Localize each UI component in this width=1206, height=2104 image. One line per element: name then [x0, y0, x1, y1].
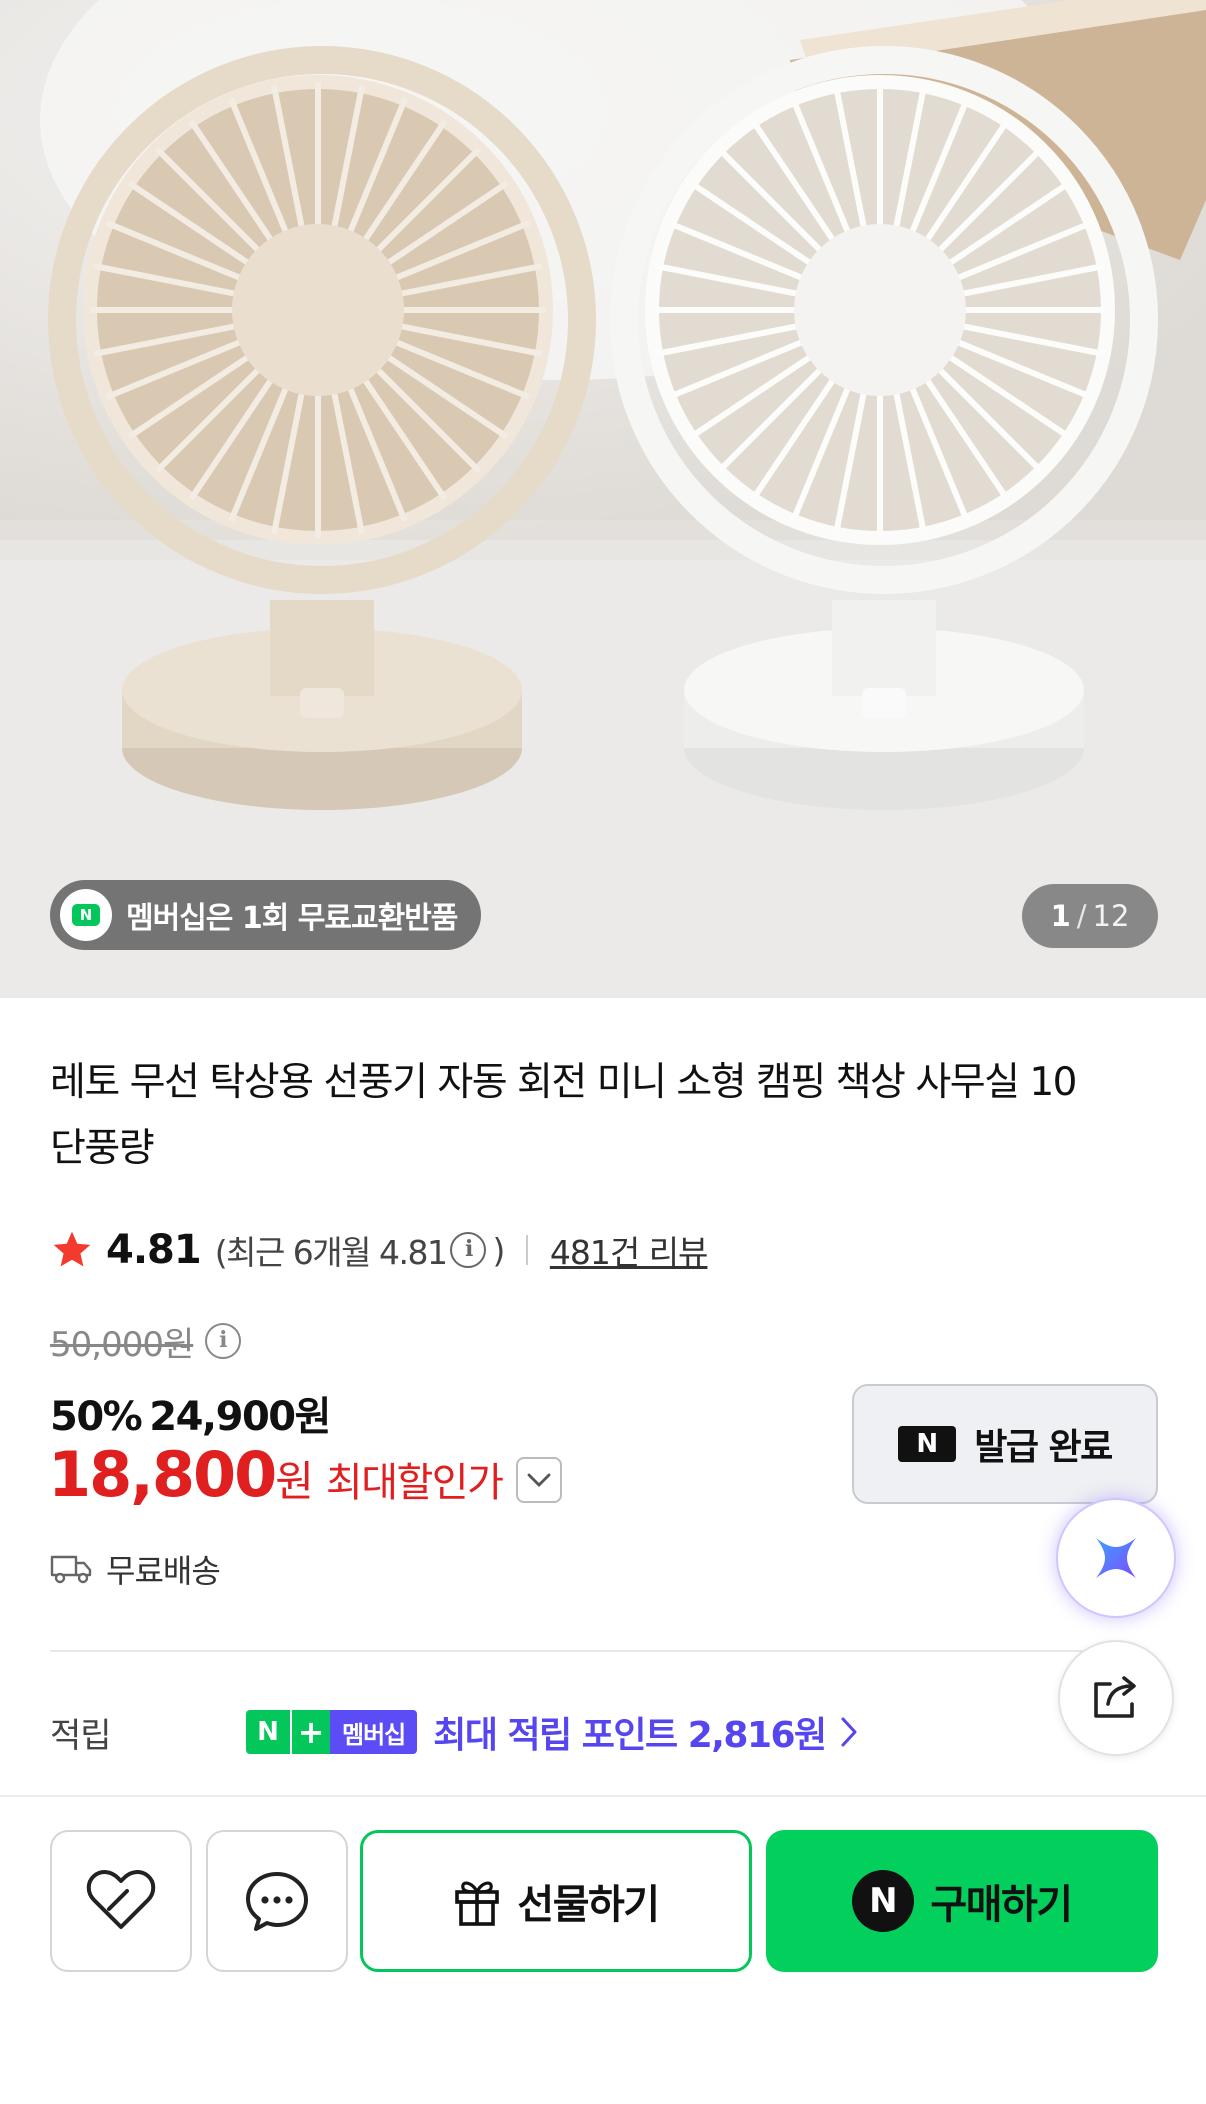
ai-assistant-button[interactable] — [1056, 1498, 1176, 1618]
star-icon — [53, 1231, 91, 1267]
share-icon — [1094, 1676, 1136, 1718]
naver-n-icon: N — [898, 1426, 957, 1462]
final-price: 18,800 — [48, 1438, 277, 1511]
counter-total: 12 — [1092, 899, 1130, 933]
truck-icon — [50, 1555, 92, 1584]
membership-return-badge[interactable]: N 멤버십은 1회 무료교환반품 — [50, 880, 482, 950]
badge-membership: 멤버십 — [330, 1710, 418, 1754]
product-image-carousel[interactable]: N 멤버십은 1회 무료교환반품 1 / 12 — [0, 0, 1206, 998]
recent-rating: (최근 6개월 4.81 i ) — [214, 1226, 506, 1274]
naver-plus-membership-badge: N + 멤버십 — [246, 1710, 418, 1754]
points-label: 적립 — [50, 1715, 112, 1756]
membership-badge-text: 멤버십은 1회 무료교환반품 — [126, 901, 458, 936]
buy-button[interactable]: N 구매하기 — [766, 1830, 1158, 1972]
share-button[interactable] — [1058, 1640, 1174, 1756]
chevron-down-icon[interactable] — [516, 1457, 563, 1503]
product-title: 레토 무선 탁상용 선풍기 자동 회전 미니 소형 캠핑 책상 사무실 10단풍… — [50, 1060, 1078, 1171]
divider — [525, 1235, 528, 1265]
badge-plus: + — [290, 1710, 330, 1754]
original-price: 50,000원 — [50, 1324, 194, 1365]
rating-score: 4.81 — [106, 1227, 202, 1273]
product-photo — [0, 0, 1206, 998]
wishlist-button[interactable] — [50, 1830, 192, 1972]
max-discount-price-row: 18,800 원 최대할인가 — [48, 1438, 563, 1522]
divider — [0, 1795, 1206, 1797]
recent-rating-text: (최근 6개월 4.81 — [214, 1233, 448, 1272]
chevron-right-icon — [841, 1717, 857, 1747]
sparkle-icon — [1096, 1538, 1136, 1578]
discount-price-row: 50% 24,900원 — [50, 1384, 331, 1442]
beige-fan — [48, 46, 596, 810]
white-fan — [610, 46, 1158, 810]
price-info-icon[interactable]: i — [205, 1323, 242, 1359]
gift-button[interactable]: 선물하기 — [360, 1830, 752, 1972]
discount-price: 24,900원 — [149, 1394, 331, 1440]
max-points-text: 최대 적립 포인트 2,816원 — [433, 1715, 827, 1756]
points-row[interactable]: 적립 N + 멤버십 최대 적립 포인트 2,816원 — [50, 1706, 858, 1758]
final-price-unit: 원 — [275, 1457, 314, 1506]
coupon-issued-button[interactable]: N 발급 완료 — [852, 1384, 1158, 1504]
divider — [50, 1650, 1090, 1652]
coupon-label: 발급 완료 — [974, 1427, 1113, 1468]
info-icon[interactable]: i — [450, 1232, 487, 1268]
rating-row: 4.81 (최근 6개월 4.81 i ) 481건 리뷰 — [50, 1226, 709, 1274]
gift-label: 선물하기 — [517, 1882, 660, 1928]
n-delivery-icon: N — [60, 889, 112, 941]
discount-percent: 50% — [50, 1394, 143, 1440]
gift-icon — [455, 1881, 500, 1926]
counter-current: 1 — [1050, 899, 1071, 933]
counter-separator: / — [1076, 899, 1087, 933]
talk-chat-button[interactable] — [206, 1830, 348, 1972]
naver-n-icon: N — [852, 1870, 915, 1932]
buy-label: 구매하기 — [930, 1882, 1073, 1928]
image-counter: 1 / 12 — [1022, 884, 1158, 948]
original-price-row: 50,000원 i — [50, 1318, 242, 1365]
badge-n: N — [246, 1710, 290, 1754]
review-count-link[interactable]: 481건 리뷰 — [550, 1226, 709, 1274]
chat-bubble-icon — [246, 1872, 308, 1931]
shipping-row: 무료배송 — [50, 1546, 221, 1592]
heart-icon — [86, 1870, 156, 1929]
recent-rating-close: ) — [492, 1230, 505, 1270]
shipping-label: 무료배송 — [106, 1552, 221, 1590]
max-discount-label: 최대할인가 — [325, 1460, 504, 1506]
